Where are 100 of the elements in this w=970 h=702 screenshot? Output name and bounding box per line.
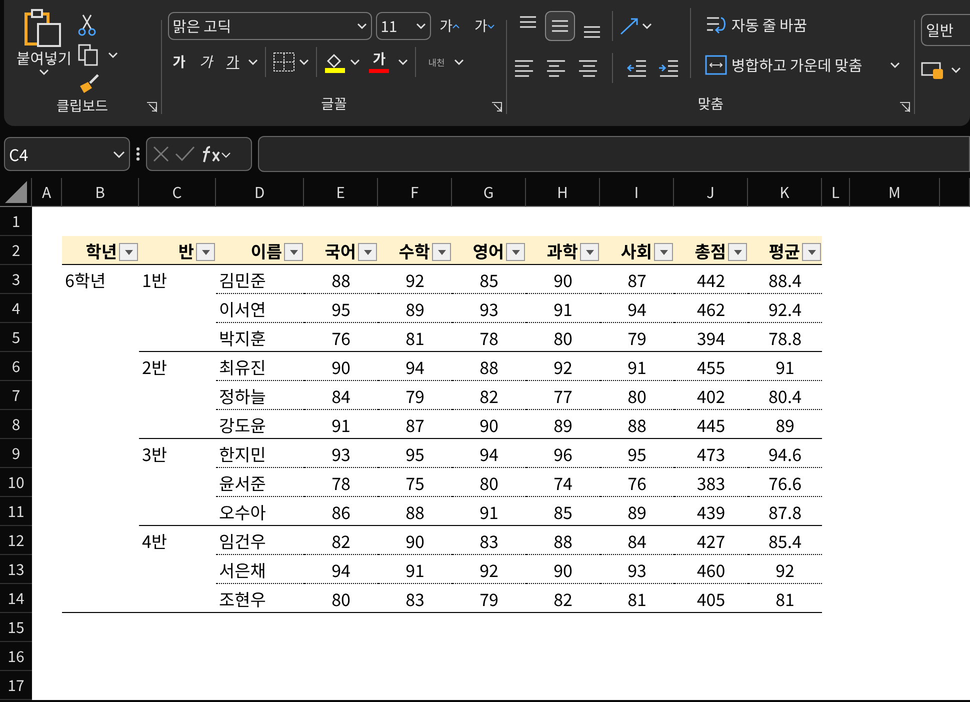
grow-font-button[interactable]: 가 — [434, 13, 466, 39]
align-center-icon[interactable] — [545, 58, 568, 78]
merge-center-button[interactable]: 병합하고 가운데 맞춤 — [701, 48, 904, 82]
filter-button[interactable] — [284, 243, 303, 261]
align-middle-button[interactable] — [545, 11, 576, 41]
table-cell: 80 — [304, 584, 378, 613]
font-size-field[interactable]: 11 — [376, 12, 431, 40]
column-header[interactable]: E — [304, 178, 378, 207]
table-cell: 78 — [452, 323, 526, 352]
paste-button[interactable]: 붙여넣기 — [10, 8, 78, 94]
row-header[interactable]: 17 — [0, 671, 32, 700]
column-header[interactable]: C — [139, 178, 216, 207]
table-cell: 박지훈 — [216, 323, 304, 352]
caret-icon[interactable] — [299, 59, 310, 65]
select-all-button[interactable] — [0, 178, 32, 207]
font-name-field[interactable]: 맑은 고딕 — [168, 12, 372, 40]
table-cell: 92.4 — [748, 294, 822, 323]
table-cell: 80 — [600, 381, 674, 410]
paintbrush-icon[interactable] — [78, 74, 100, 94]
row-header[interactable]: 2 — [0, 236, 32, 265]
column-header[interactable]: F — [378, 178, 452, 207]
borders-icon[interactable] — [273, 52, 296, 72]
table-cell: 92 — [526, 352, 600, 381]
filter-button[interactable] — [358, 243, 377, 261]
filter-button[interactable] — [196, 243, 215, 261]
filter-button[interactable] — [580, 243, 599, 261]
caret-icon[interactable] — [416, 23, 426, 29]
shrink-font-button[interactable]: 가 — [469, 13, 500, 39]
orientation-icon[interactable] — [618, 16, 640, 36]
row-header[interactable]: 11 — [0, 497, 32, 526]
group-label: 맞춤 — [698, 93, 724, 114]
check-icon[interactable] — [175, 146, 195, 162]
row-header[interactable]: 8 — [0, 410, 32, 439]
scissors-icon[interactable] — [78, 14, 96, 36]
table-cell: 402 — [674, 381, 748, 410]
row-header[interactable]: 9 — [0, 439, 32, 468]
filter-button[interactable] — [654, 243, 673, 261]
caret-icon[interactable] — [350, 59, 360, 65]
filter-button[interactable] — [119, 243, 138, 261]
more-options-icon[interactable] — [136, 147, 140, 161]
caret-icon[interactable] — [454, 59, 464, 65]
column-header[interactable]: L — [822, 178, 850, 207]
fill-color-icon[interactable] — [324, 51, 346, 73]
copy-icon[interactable] — [78, 44, 98, 66]
table-cell: 94 — [378, 352, 452, 381]
row-header[interactable]: 16 — [0, 642, 32, 671]
cancel-icon[interactable] — [153, 146, 169, 162]
column-header[interactable]: K — [748, 178, 822, 207]
table-cell: 서은채 — [216, 555, 304, 584]
row-header[interactable]: 15 — [0, 613, 32, 642]
name-box[interactable]: C4 — [4, 137, 130, 171]
caret-icon[interactable] — [248, 59, 258, 65]
caret-icon[interactable] — [356, 23, 367, 29]
wrap-text-button[interactable]: 자동 줄 바꿈 — [701, 8, 904, 42]
column-header[interactable]: A — [32, 178, 62, 207]
column-header[interactable]: M — [850, 178, 940, 207]
filter-button[interactable] — [506, 243, 525, 261]
row-header[interactable]: 12 — [0, 526, 32, 555]
row-header[interactable]: 4 — [0, 294, 32, 323]
caret-icon[interactable] — [39, 69, 49, 75]
phonetic-button[interactable]: 내천 — [423, 49, 450, 75]
column-header[interactable]: I — [600, 178, 674, 207]
column-header[interactable]: H — [526, 178, 600, 207]
table-cell: 92 — [748, 555, 822, 584]
column-header[interactable]: J — [674, 178, 748, 207]
filter-button[interactable] — [802, 243, 821, 261]
expand-icon[interactable] — [900, 102, 910, 112]
column-header[interactable]: G — [452, 178, 526, 207]
column-header[interactable]: D — [216, 178, 304, 207]
font-color-button[interactable]: 가 — [364, 49, 394, 75]
italic-button[interactable]: 가 — [194, 49, 218, 75]
number-format-field[interactable]: 일반 — [921, 14, 970, 46]
row-header[interactable]: 3 — [0, 265, 32, 294]
insert-function-icon[interactable] — [201, 145, 231, 163]
caret-icon[interactable] — [642, 23, 652, 29]
table-cell: 정하늘 — [216, 381, 304, 410]
table-cell: 94 — [600, 294, 674, 323]
caret-icon[interactable] — [108, 52, 118, 58]
row-header[interactable]: 5 — [0, 323, 32, 352]
row-header[interactable]: 7 — [0, 381, 32, 410]
expand-icon[interactable] — [146, 102, 157, 112]
increase-indent-icon[interactable] — [658, 58, 680, 78]
row-header[interactable]: 10 — [0, 468, 32, 497]
filter-button[interactable] — [432, 243, 451, 261]
row-header[interactable]: 14 — [0, 584, 32, 613]
table-cell-text: 3반 — [141, 440, 168, 468]
decrease-indent-icon[interactable] — [626, 58, 648, 78]
column-header[interactable]: B — [62, 178, 139, 207]
expand-icon[interactable] — [492, 102, 502, 112]
underline-button[interactable]: 가 — [221, 49, 244, 75]
align-left-icon[interactable] — [513, 58, 536, 78]
table-cell-text: 2반 — [141, 353, 168, 381]
caret-icon[interactable] — [951, 67, 961, 73]
align-right-icon[interactable] — [577, 58, 600, 78]
bold-button[interactable]: 가 — [168, 49, 190, 75]
row-header[interactable]: 13 — [0, 555, 32, 584]
caret-icon[interactable] — [398, 59, 408, 65]
row-header[interactable]: 6 — [0, 352, 32, 381]
row-header[interactable]: 1 — [0, 207, 32, 236]
filter-button[interactable] — [728, 243, 747, 261]
